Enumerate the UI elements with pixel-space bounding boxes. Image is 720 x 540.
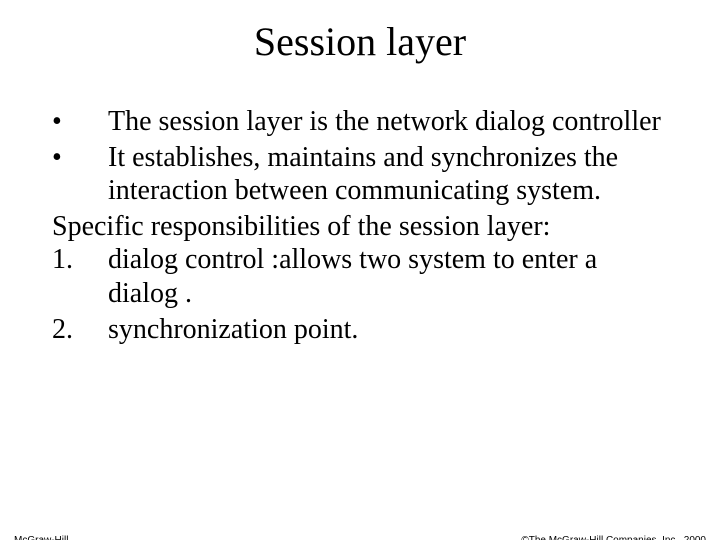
number-marker: 2. — [48, 313, 108, 347]
numbered-text: dialog control :allows two system to ent… — [108, 243, 672, 310]
numbered-text: synchronization point. — [108, 313, 672, 347]
number-marker: 1. — [48, 243, 108, 310]
slide: Session layer • The session layer is the… — [0, 18, 720, 540]
footer-right: ©The McGraw-Hill Companies, Inc., 2000 — [521, 535, 706, 540]
numbered-item: 2. synchronization point. — [48, 313, 672, 347]
bullet-text: The session layer is the network dialog … — [108, 105, 672, 139]
numbered-item: 1. dialog control :allows two system to … — [48, 243, 672, 310]
bullet-marker: • — [48, 105, 108, 139]
subheading: Specific responsibilities of the session… — [48, 210, 672, 244]
footer-left: McGraw-Hill — [14, 535, 68, 540]
bullet-text: It establishes, maintains and synchroniz… — [108, 141, 672, 208]
slide-body: • The session layer is the network dialo… — [0, 105, 720, 346]
slide-title: Session layer — [0, 18, 720, 65]
bullet-marker: • — [48, 141, 108, 208]
bullet-item: • The session layer is the network dialo… — [48, 105, 672, 139]
bullet-item: • It establishes, maintains and synchron… — [48, 141, 672, 208]
